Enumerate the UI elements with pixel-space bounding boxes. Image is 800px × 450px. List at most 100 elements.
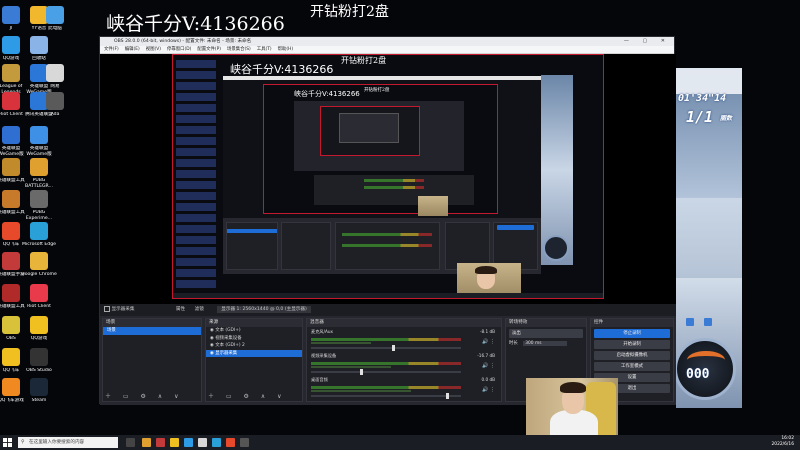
desktop-icon[interactable]: QQ游戏 <box>20 316 58 347</box>
app-icon <box>2 6 20 24</box>
desktop: JlYY语音此电脑QQ游戏回收站League of Legends英雄联盟WeG… <box>0 0 800 450</box>
mixer-panel-title: 混音器 <box>307 319 501 327</box>
transition-type-select[interactable]: 淡出 <box>509 329 583 338</box>
menu-item[interactable]: 工具(T) <box>257 47 272 52</box>
scenes-panel-title: 场景 <box>103 319 201 327</box>
mixer-panel: 混音器 麦克风/Aux -8.1 dB 🔊 ⋮ 视频采集设备 -16.7 dB 🔊 ⋮ 桌面… <box>306 318 502 402</box>
taskbar-app-icon-5[interactable] <box>198 438 207 447</box>
taskbar-app-icon-1[interactable] <box>142 438 151 447</box>
source-item[interactable]: ◉ 文本 (GDI+) <box>206 327 302 335</box>
mixer-channel-db: -8.1 dB <box>479 329 495 334</box>
menu-item[interactable]: 停靠窗口(D) <box>167 47 191 52</box>
taskbar-app-icon-4[interactable] <box>184 438 193 447</box>
control-button[interactable]: 停止录制 <box>594 329 670 338</box>
desktop-icon[interactable]: Google Chrome <box>20 252 58 283</box>
menu-item[interactable]: 配置文件(P) <box>197 47 221 52</box>
app-icon <box>30 378 48 396</box>
menu-item[interactable]: 帮助(H) <box>278 47 294 52</box>
taskbar-search[interactable]: ⚲ 在这里输入你要搜索的内容 <box>18 437 118 448</box>
control-button[interactable]: 开始录制 <box>594 340 670 349</box>
hud-lap-label: 圈数 <box>720 115 733 122</box>
source-label: 文本 (GDI+) 2 <box>215 343 245 348</box>
person-shirt <box>550 410 598 438</box>
mute-icon[interactable]: 🔊 ⋮ <box>482 363 495 369</box>
overlay-title-left: 峡谷千分V:4136266 <box>106 13 285 35</box>
volume-slider[interactable] <box>311 369 461 375</box>
obs-titlebar: OBS 28.0.0 (64-bit, windows) - 配置文件: 未命名… <box>100 37 674 46</box>
scene-item[interactable]: 场景 <box>103 327 201 335</box>
sources-panel: 来源 ◉ 文本 (GDI+) ◉ 视频采集设备 ◉ 文本 (GDI+) 2 ◉ 显示器… <box>205 318 303 402</box>
app-icon <box>30 190 48 208</box>
app-icon <box>2 92 20 110</box>
capture-1-desktop-icons <box>176 60 216 290</box>
app-icon <box>2 378 20 396</box>
duration-input[interactable]: 300 ms <box>523 341 568 346</box>
volume-slider[interactable] <box>311 393 461 399</box>
task-view-icon[interactable] <box>126 438 135 447</box>
taskbar-app-icon-7[interactable] <box>226 438 235 447</box>
webcam-overlay <box>526 378 618 438</box>
filters-button[interactable]: 滤镜 <box>195 307 204 312</box>
obs-window: OBS 28.0.0 (64-bit, windows) - 配置文件: 未命名… <box>99 36 676 405</box>
desktop-icon[interactable]: OBS Studio <box>20 348 58 379</box>
desktop-icon[interactable]: PUBG BATTLEGR... <box>20 158 58 189</box>
app-icon <box>30 348 48 366</box>
display-select[interactable]: 显示器 1: 2560x1440 @ 0,0 (主显示器) <box>217 306 311 313</box>
source-item[interactable]: ◉ 视频采集设备 <box>206 335 302 343</box>
props-button[interactable]: 属性 <box>176 307 185 312</box>
mute-icon[interactable]: 🔊 ⋮ <box>482 339 495 345</box>
volume-slider[interactable] <box>311 345 461 351</box>
mute-icon[interactable]: 🔊 ⋮ <box>482 387 495 393</box>
app-icon <box>30 222 48 240</box>
app-icon <box>2 316 20 334</box>
source-label: 显示器采集 <box>215 350 238 356</box>
volume-meter-level <box>311 366 391 368</box>
capture-1-speedometer <box>543 235 569 261</box>
transitions-panel-title: 转场特效 <box>506 319 586 327</box>
windows-start-icon[interactable] <box>3 438 12 447</box>
taskbar-app-icon-3[interactable] <box>170 438 179 447</box>
sources-toolbar[interactable]: ＋ ▭ ⚙ ∧ ∨ <box>208 391 286 400</box>
search-icon: ⚲ <box>21 439 25 445</box>
system-clock[interactable]: 16:02 2022/6/16 <box>771 436 794 448</box>
desktop-icon-label: Steam <box>31 398 47 403</box>
scenes-toolbar[interactable]: ＋ ▭ ⚙ ∧ ∨ <box>105 391 183 400</box>
source-item[interactable]: ◉ 显示器采集 <box>206 349 302 357</box>
volume-slider-knob[interactable] <box>446 393 450 399</box>
desktop-icon-label: 英雄联盟WeGame版 <box>26 146 52 157</box>
menu-item[interactable]: 文件(F) <box>104 47 119 52</box>
app-icon <box>2 252 20 270</box>
app-icon <box>30 36 48 54</box>
desktop-icon[interactable]: Steam <box>20 378 58 409</box>
menu-item[interactable]: 编辑(E) <box>125 47 140 52</box>
desktop-icon[interactable]: 此电脑 <box>36 6 74 37</box>
window-controls[interactable]: — ▢ ✕ <box>624 37 671 46</box>
source-label: 文本 (GDI+) <box>215 328 241 333</box>
scene-info-bar: 显示器采集 属性 滤镜 显示器 1: 2560x1440 @ 0,0 (主显示器… <box>100 304 676 316</box>
source-label: 视频采集设备 <box>215 335 242 341</box>
volume-meter-level <box>311 342 371 344</box>
desktop-icon[interactable]: Riot Client <box>20 284 58 315</box>
control-button[interactable]: 工作室模式 <box>594 362 670 371</box>
desktop-icon[interactable]: 英雄联盟WeGame版 <box>20 126 58 157</box>
desktop-icon[interactable]: Microsoft Edge <box>20 222 58 253</box>
mixer-channel: 桌面音频 0.0 dB 🔊 ⋮ <box>307 375 501 399</box>
desktop-icon[interactable]: PUBG Experime... <box>20 190 58 221</box>
taskbar-app-icon-8[interactable] <box>240 438 249 447</box>
overlay-title-center: 开钻粉打2盘 <box>310 4 389 20</box>
control-button[interactable]: 启动虚拟摄像机 <box>594 351 670 360</box>
desktop-icon[interactable]: 网易 <box>36 64 74 95</box>
taskbar-app-icon-2[interactable] <box>156 438 165 447</box>
hud-time: 01'34"14 <box>678 93 727 104</box>
obs-preview: 峡谷千分V:4136266 开钻粉打2盘 峡谷千分V:4136266 开钻粉打2… <box>100 54 676 304</box>
taskbar-app-icon-6[interactable] <box>212 438 221 447</box>
desktop-icon-label: QQ游戏 <box>30 336 48 341</box>
scenes-panel: 场景 场景 ＋ ▭ ⚙ ∧ ∨ <box>102 318 202 402</box>
capture-1-title-center: 开钻粉打2盘 <box>341 56 387 65</box>
app-icon <box>46 6 64 24</box>
menu-item[interactable]: 视图(V) <box>146 47 161 52</box>
desktop-icon[interactable]: Ada <box>36 92 74 123</box>
desktop-icon[interactable]: 回收站 <box>20 36 58 67</box>
menu-item[interactable]: 场景集合(S) <box>227 47 251 52</box>
source-item[interactable]: ◉ 文本 (GDI+) 2 <box>206 342 302 350</box>
